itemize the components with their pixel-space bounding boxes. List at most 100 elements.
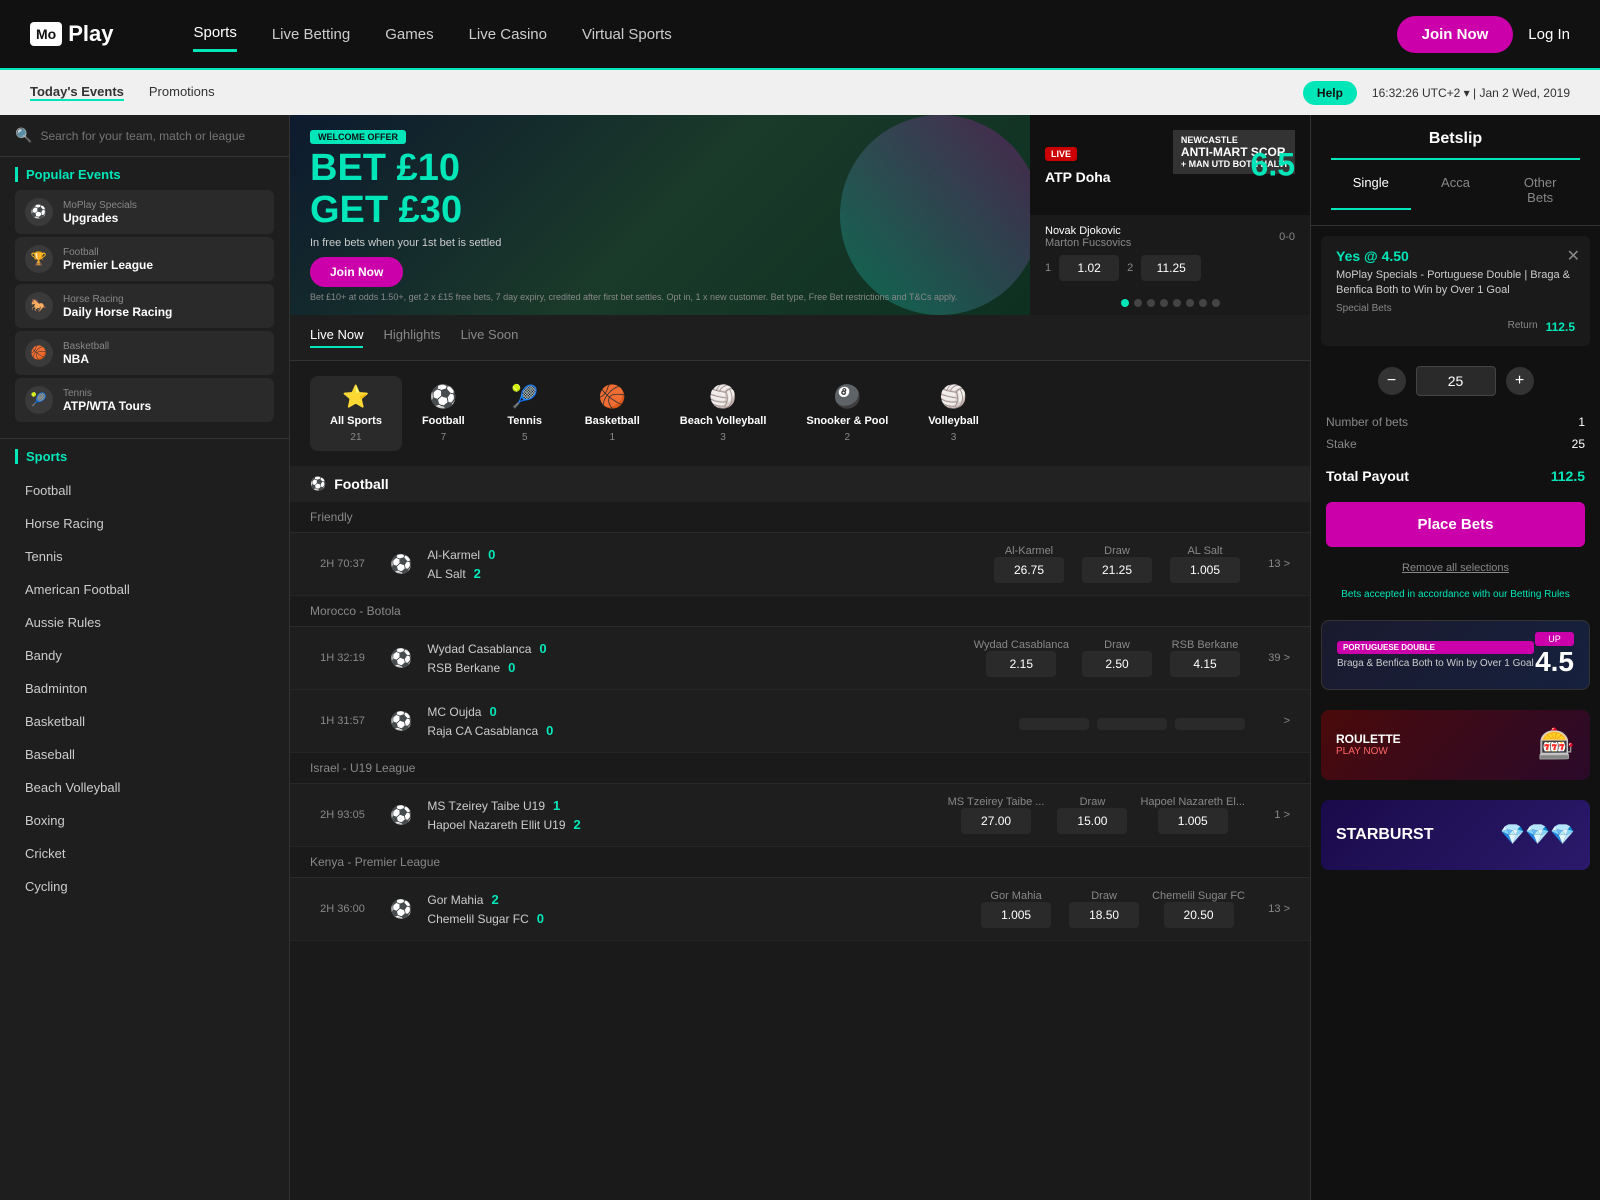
dot-7[interactable] xyxy=(1199,299,1207,307)
logo[interactable]: Mo Play xyxy=(30,21,113,47)
nav-sports[interactable]: Sports xyxy=(193,16,236,52)
match-more-5[interactable]: 13 > xyxy=(1260,903,1290,915)
bet-rules-link[interactable]: Bets accepted in accordance with our Bet… xyxy=(1341,589,1569,600)
nav-games[interactable]: Games xyxy=(385,18,433,51)
nav-live-betting[interactable]: Live Betting xyxy=(272,18,350,51)
stake-increase-button[interactable]: + xyxy=(1506,367,1534,395)
match-more-1[interactable]: 13 > xyxy=(1260,558,1290,570)
sport-horse-racing[interactable]: Horse Racing xyxy=(15,507,274,540)
filter-football[interactable]: ⚽ Football 7 xyxy=(402,376,485,451)
match-more-2[interactable]: 39 > xyxy=(1260,652,1290,664)
odds-home-btn-5[interactable]: 1.005 xyxy=(981,902,1051,928)
sub-nav-today[interactable]: Today's Events xyxy=(30,84,124,101)
sport-baseball[interactable]: Baseball xyxy=(15,738,274,771)
popular-item-tennis[interactable]: 🎾 Tennis ATP/WTA Tours xyxy=(15,378,274,422)
odds-draw-btn-2[interactable]: 2.50 xyxy=(1082,651,1152,677)
betslip-tab-acca[interactable]: Acca xyxy=(1416,170,1496,210)
odds-away-btn-2[interactable]: 4.15 xyxy=(1170,651,1240,677)
odds-btn-empty-1[interactable] xyxy=(1019,718,1089,730)
odds-draw-btn-1[interactable]: 21.25 xyxy=(1082,557,1152,583)
filter-tennis[interactable]: 🎾 Tennis 5 xyxy=(485,376,565,451)
popular-item-moplay[interactable]: ⚽ MoPlay Specials Upgrades xyxy=(15,190,274,234)
stake-input[interactable] xyxy=(1416,366,1496,396)
join-now-button[interactable]: Join Now xyxy=(1397,16,1514,53)
sport-bandy[interactable]: Bandy xyxy=(15,639,274,672)
filter-football-icon: ⚽ xyxy=(430,384,457,410)
help-button[interactable]: Help xyxy=(1303,81,1357,105)
banner-side-score: Novak Djokovic Marton Fucsovics 0-0 1 1.… xyxy=(1030,215,1310,291)
sport-basketball[interactable]: Basketball xyxy=(15,705,274,738)
promo-roulette[interactable]: ROULETTE PLAY NOW 🎰 xyxy=(1321,710,1590,780)
sub-nav-promotions[interactable]: Promotions xyxy=(149,84,215,101)
popular-item-football[interactable]: 🏆 Football Premier League xyxy=(15,237,274,281)
sub-header: Today's Events Promotions Help 16:32:26 … xyxy=(0,70,1600,115)
dot-1[interactable] xyxy=(1121,299,1129,307)
dot-2[interactable] xyxy=(1134,299,1142,307)
dot-6[interactable] xyxy=(1186,299,1194,307)
filter-tennis-icon: 🎾 xyxy=(511,384,538,410)
match-teams-1: Al-Karmel 0 AL Salt 2 xyxy=(427,545,974,583)
sport-cycling[interactable]: Cycling xyxy=(15,870,274,903)
promo-starburst[interactable]: STARBURST 💎💎💎 xyxy=(1321,800,1590,870)
odds-away-btn-1[interactable]: 1.005 xyxy=(1170,557,1240,583)
match-more-3[interactable]: > xyxy=(1260,715,1290,727)
bet-description: MoPlay Specials - Portuguese Double | Br… xyxy=(1336,268,1575,299)
team2-score-4: 2 xyxy=(574,817,589,832)
filter-all-sports[interactable]: ⭐ All Sports 21 xyxy=(310,376,402,451)
stake-decrease-button[interactable]: − xyxy=(1378,367,1406,395)
sport-cricket[interactable]: Cricket xyxy=(15,837,274,870)
promo-roulette-sub: PLAY NOW xyxy=(1336,746,1401,757)
set2-odds-btn[interactable]: 11.25 xyxy=(1141,255,1201,281)
popular-item-horseracing[interactable]: 🐎 Horse Racing Daily Horse Racing xyxy=(15,284,274,328)
tab-live-now[interactable]: Live Now xyxy=(310,327,363,348)
filter-volleyball-label: Volleyball xyxy=(928,415,979,427)
odds-home-btn-1[interactable]: 26.75 xyxy=(994,557,1064,583)
nav-virtual-sports[interactable]: Virtual Sports xyxy=(582,18,672,51)
place-bets-button[interactable]: Place Bets xyxy=(1326,502,1585,547)
sport-badminton[interactable]: Badminton xyxy=(15,672,274,705)
odds-away-btn-4[interactable]: 1.005 xyxy=(1158,808,1228,834)
odds-draw-btn-4[interactable]: 15.00 xyxy=(1057,808,1127,834)
odds-home-btn-4[interactable]: 27.00 xyxy=(961,808,1031,834)
promo-portuguese-double[interactable]: PORTUGUESE DOUBLE Braga & Benfica Both t… xyxy=(1321,620,1590,690)
filter-snooker[interactable]: 🎱 Snooker & Pool 2 xyxy=(786,376,908,451)
football-section-header: ⚽ Football xyxy=(290,466,1310,502)
sport-tennis[interactable]: Tennis xyxy=(15,540,274,573)
odds-away-btn-5[interactable]: 20.50 xyxy=(1164,902,1234,928)
search-bar[interactable]: 🔍 xyxy=(0,115,289,157)
filter-volleyball[interactable]: 🏐 Volleyball 3 xyxy=(908,376,999,451)
odds-away-label-4: Hapoel Nazareth El... xyxy=(1140,796,1245,808)
set1-odds-btn[interactable]: 1.02 xyxy=(1059,255,1119,281)
popular-events-section: Popular Events ⚽ MoPlay Specials Upgrade… xyxy=(0,157,289,430)
dot-3[interactable] xyxy=(1147,299,1155,307)
login-button[interactable]: Log In xyxy=(1528,26,1570,43)
dot-4[interactable] xyxy=(1160,299,1168,307)
bet-close-button[interactable]: ✕ xyxy=(1567,246,1580,266)
tab-highlights[interactable]: Highlights xyxy=(383,327,440,348)
filter-basketball[interactable]: 🏀 Basketball 1 xyxy=(565,376,660,451)
popular-item-basketball[interactable]: 🏀 Basketball NBA xyxy=(15,331,274,375)
banner-join-button[interactable]: Join Now xyxy=(310,257,403,287)
sport-beach-volleyball[interactable]: Beach Volleyball xyxy=(15,771,274,804)
gem-icons: 💎💎💎 xyxy=(1500,822,1575,847)
remove-all-button[interactable]: Remove all selections xyxy=(1311,557,1600,579)
odds-draw-btn-5[interactable]: 18.50 xyxy=(1069,902,1139,928)
odds-btn-empty-2[interactable] xyxy=(1097,718,1167,730)
sport-boxing[interactable]: Boxing xyxy=(15,804,274,837)
sport-american-football[interactable]: American Football xyxy=(15,573,274,606)
odds-home-btn-2[interactable]: 2.15 xyxy=(986,651,1056,677)
nav-live-casino[interactable]: Live Casino xyxy=(469,18,547,51)
match-more-4[interactable]: 1 > xyxy=(1260,809,1290,821)
roulette-icon: 🎰 xyxy=(1538,727,1575,762)
sport-football[interactable]: Football xyxy=(15,474,274,507)
betslip-tab-single[interactable]: Single xyxy=(1331,170,1411,210)
betslip-tab-other[interactable]: Other Bets xyxy=(1500,170,1580,210)
search-input[interactable] xyxy=(40,129,274,143)
odds-btn-empty-3[interactable] xyxy=(1175,718,1245,730)
bet-odds-display: Yes @ 4.50 xyxy=(1336,248,1409,264)
dot-8[interactable] xyxy=(1212,299,1220,307)
filter-beach-volleyball[interactable]: 🏐 Beach Volleyball 3 xyxy=(660,376,787,451)
dot-5[interactable] xyxy=(1173,299,1181,307)
tab-live-soon[interactable]: Live Soon xyxy=(461,327,519,348)
sport-aussie-rules[interactable]: Aussie Rules xyxy=(15,606,274,639)
